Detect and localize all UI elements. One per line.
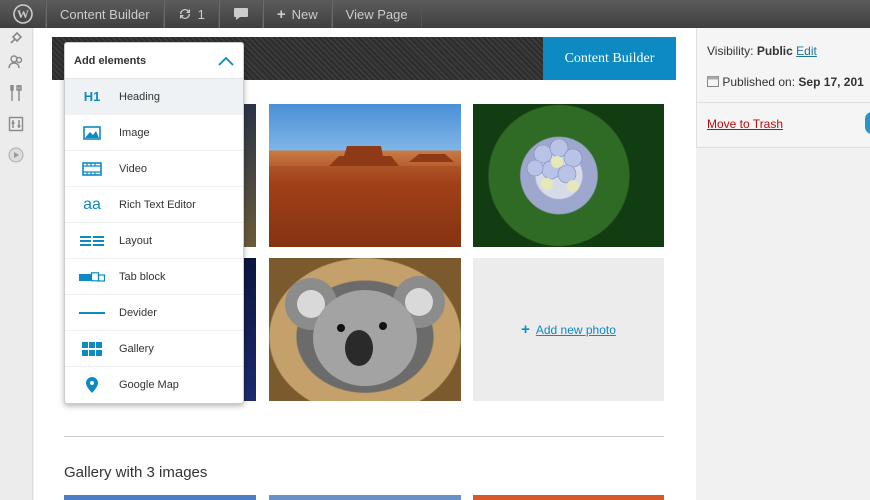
site-name-link[interactable]: Content Builder [46, 0, 164, 28]
dropdown-title: Add elements [74, 54, 147, 67]
updates-count: 1 [197, 6, 205, 22]
layout-icon [65, 235, 119, 247]
element-video[interactable]: Video [65, 151, 243, 187]
gallery-photo-flower[interactable] [473, 104, 664, 247]
plugins-icon[interactable] [6, 28, 26, 48]
admin-side-menu [0, 28, 33, 500]
gallery-thumb-3[interactable] [473, 495, 664, 500]
chevron-up-icon[interactable] [218, 56, 234, 66]
media-play-icon[interactable] [6, 145, 26, 165]
divider-icon [65, 311, 119, 315]
tools-icon[interactable] [6, 83, 26, 103]
new-label: New [291, 6, 318, 22]
section-divider [64, 436, 664, 437]
element-tab-block[interactable]: Tab block [65, 259, 243, 295]
gallery-thumb-2[interactable] [269, 495, 461, 500]
site-name-label: Content Builder [60, 6, 150, 22]
image-icon [65, 125, 119, 140]
element-tab-block-label: Tab block [119, 270, 166, 283]
refresh-icon [179, 9, 190, 19]
element-rich-text[interactable]: aa Rich Text Editor [65, 187, 243, 223]
element-layout-label: Layout [119, 234, 153, 247]
published-label: Published on: [722, 75, 796, 89]
element-image-label: Image [119, 126, 150, 139]
trash-row: Move to Trash [707, 117, 783, 131]
updates-link[interactable]: 1 [163, 0, 219, 28]
view-page-label: View Page [345, 6, 408, 22]
move-to-trash-link[interactable]: Move to Trash [707, 117, 783, 131]
users-icon[interactable] [6, 52, 26, 72]
wordpress-icon: W [12, 4, 33, 24]
add-new-photo-tile[interactable]: + Add new photo [473, 258, 664, 401]
content-builder-button[interactable]: Content Builder [543, 37, 676, 80]
visibility-label: Visibility: [707, 44, 754, 58]
svg-text:W: W [17, 7, 29, 21]
element-rich-text-label: Rich Text Editor [119, 198, 196, 211]
gallery-section-title: Gallery with 3 images [64, 464, 208, 481]
visibility-edit-link[interactable]: Edit [796, 44, 817, 58]
admin-bar: W Content Builder 1 + New View Page [0, 0, 870, 28]
element-google-map[interactable]: Google Map [65, 367, 243, 403]
element-video-label: Video [119, 162, 147, 175]
tab-block-icon [65, 271, 119, 282]
element-layout[interactable]: Layout [65, 223, 243, 259]
heading-icon: H1 [83, 89, 101, 104]
element-divider[interactable]: Devider [65, 295, 243, 331]
panel-separator [697, 102, 870, 103]
visibility-value: Public [756, 44, 793, 58]
plus-icon: + [521, 321, 530, 338]
element-heading-label: Heading [119, 90, 160, 103]
publish-update-button[interactable] [865, 112, 870, 134]
gallery-photo-koala[interactable] [269, 258, 461, 401]
plus-icon: + [276, 5, 286, 23]
element-image[interactable]: Image [65, 115, 243, 151]
wordpress-logo-button[interactable]: W [0, 0, 46, 28]
add-new-photo-link[interactable]: Add new photo [536, 323, 616, 337]
published-date: Sep 17, 201 [798, 75, 864, 89]
gallery-thumb-1[interactable] [64, 495, 256, 500]
map-pin-icon [65, 377, 119, 393]
element-gallery-label: Gallery [119, 342, 154, 355]
new-content-link[interactable]: + New [262, 0, 332, 28]
element-google-map-label: Google Map [119, 379, 179, 391]
video-icon [65, 161, 119, 176]
calendar-icon [707, 76, 719, 87]
comments-link[interactable] [218, 0, 263, 28]
rich-text-icon: aa [83, 195, 101, 213]
publish-panel: Visibility: Public Edit Published on: Se… [696, 28, 870, 148]
element-gallery[interactable]: Gallery [65, 331, 243, 367]
visibility-row: Visibility: Public Edit [707, 44, 817, 58]
view-page-link[interactable]: View Page [331, 0, 422, 28]
published-row: Published on: Sep 17, 201 [707, 75, 864, 89]
gallery-photo-desert[interactable] [269, 104, 461, 247]
comment-bubble-icon [233, 8, 248, 20]
add-elements-dropdown: Add elements H1 Heading Image Video aa R… [64, 42, 244, 404]
settings-icon[interactable] [6, 114, 26, 134]
element-divider-label: Devider [119, 306, 157, 319]
element-heading[interactable]: H1 Heading [65, 79, 243, 115]
dropdown-header[interactable]: Add elements [65, 43, 243, 79]
gallery-icon [65, 341, 119, 356]
content-builder-label: Content Builder [564, 50, 655, 66]
